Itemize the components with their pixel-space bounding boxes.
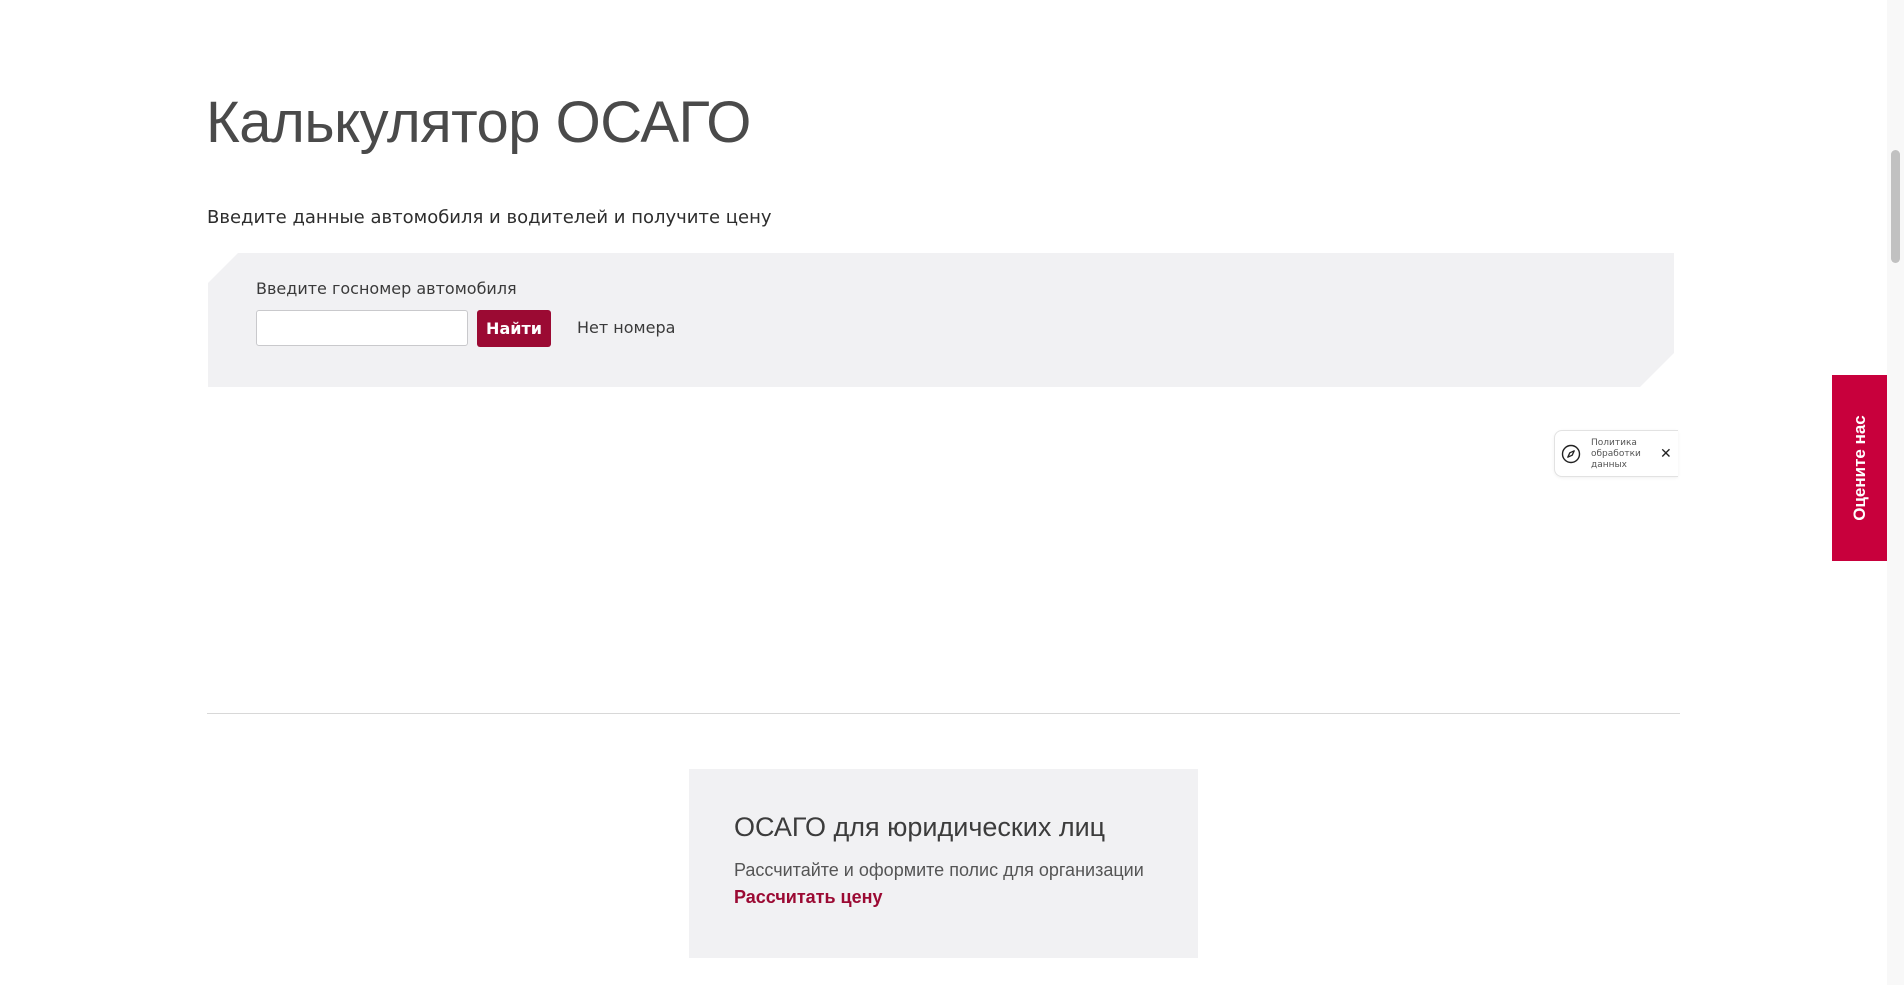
plate-search-panel: Введите госномер автомобиля Найти Нет но… xyxy=(208,253,1674,387)
corporate-card-description: Рассчитайте и оформите полис для организ… xyxy=(734,860,1144,880)
page-title: Калькулятор ОСАГО xyxy=(206,90,751,155)
plate-number-input[interactable] xyxy=(256,310,468,346)
plate-input-label: Введите госномер автомобиля xyxy=(256,279,517,298)
no-number-link[interactable]: Нет номера xyxy=(577,317,675,339)
close-icon[interactable]: ✕ xyxy=(1660,446,1672,462)
page-subtitle: Введите данные автомобиля и водителей и … xyxy=(207,207,772,228)
find-button[interactable]: Найти xyxy=(477,310,551,347)
page-scrollbar[interactable] xyxy=(1887,0,1904,985)
page: Калькулятор ОСАГО Введите данные автомоб… xyxy=(0,0,1904,985)
corporate-osago-card: ОСАГО для юридических лиц Рассчитайте и … xyxy=(689,769,1198,958)
privacy-policy-widget[interactable]: Политика обработки данных ✕ xyxy=(1554,430,1678,477)
rate-us-label: Оцените нас xyxy=(1849,415,1869,521)
compass-icon xyxy=(1561,444,1581,464)
scrollbar-thumb[interactable] xyxy=(1891,150,1900,263)
corporate-card-title: ОСАГО для юридических лиц xyxy=(734,812,1106,842)
rate-us-tab[interactable]: Оцените нас xyxy=(1832,375,1887,561)
privacy-policy-text: Политика обработки данных xyxy=(1591,438,1641,470)
section-divider xyxy=(207,713,1680,714)
calculate-price-link[interactable]: Рассчитать цену xyxy=(734,885,883,909)
